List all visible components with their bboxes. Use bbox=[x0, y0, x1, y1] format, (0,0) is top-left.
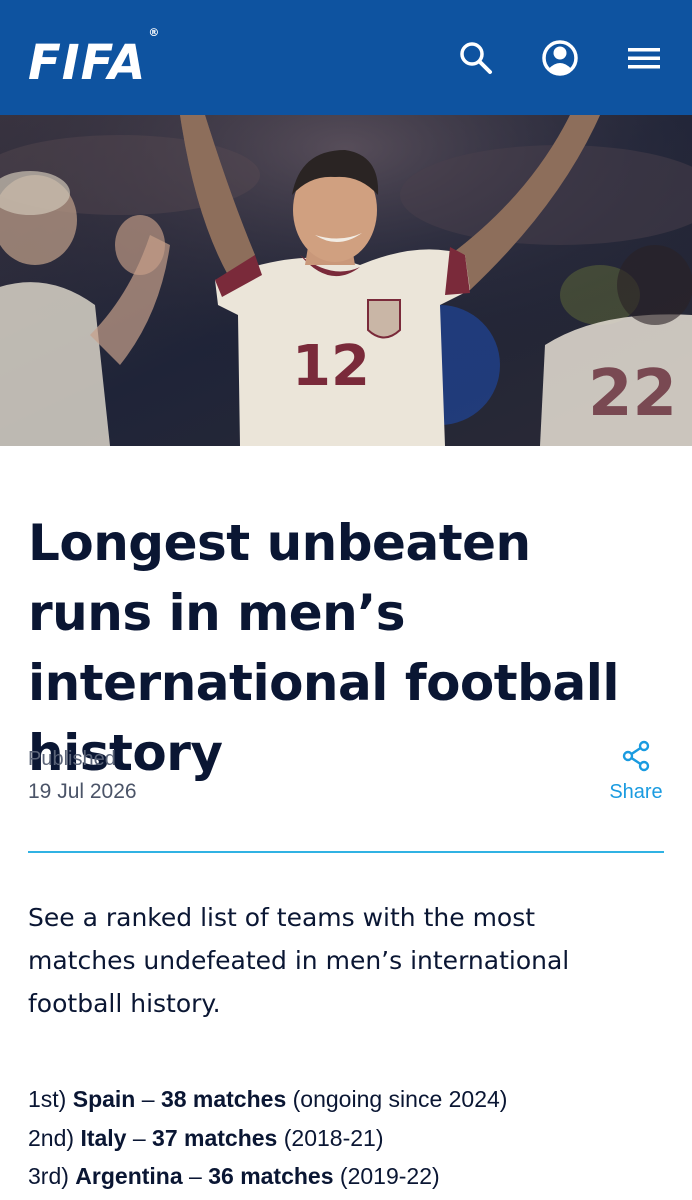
run-period: (2018-21) bbox=[277, 1124, 384, 1151]
published-label: Published bbox=[28, 748, 116, 770]
hero-image: 22 12 bbox=[0, 115, 692, 446]
rank-position: 2nd) bbox=[28, 1124, 75, 1151]
share-icon bbox=[622, 740, 650, 772]
match-count: 36 matches bbox=[208, 1163, 334, 1189]
ranking-item: 2nd) Italy – 37 matches (2018-21) bbox=[28, 1119, 507, 1158]
article-intro: See a ranked list of teams with the most… bbox=[28, 903, 570, 1018]
account-icon[interactable] bbox=[540, 38, 580, 78]
team-name: Argentina bbox=[75, 1163, 183, 1189]
divider bbox=[28, 851, 664, 853]
separator: – bbox=[126, 1124, 153, 1151]
share-button[interactable]: Share bbox=[606, 740, 666, 804]
logo-text: FIFA bbox=[28, 35, 147, 91]
separator: – bbox=[135, 1086, 161, 1112]
rank-position: 3rd) bbox=[28, 1163, 69, 1189]
share-label: Share bbox=[609, 781, 663, 803]
run-period: (ongoing since 2024) bbox=[286, 1086, 508, 1112]
shirt-number-center: 12 bbox=[292, 334, 370, 399]
fifa-logo[interactable]: FIFA® bbox=[28, 26, 160, 91]
match-count: 37 matches bbox=[152, 1124, 278, 1151]
ranking-item: 3rd) Argentina – 36 matches (2019-22) bbox=[28, 1157, 507, 1196]
shirt-number-right: 22 bbox=[588, 357, 677, 431]
team-name: Spain bbox=[72, 1086, 136, 1112]
match-count: 38 matches bbox=[160, 1086, 287, 1112]
search-icon[interactable] bbox=[456, 38, 496, 78]
logo-registered-mark: ® bbox=[148, 26, 161, 39]
team-name: Italy bbox=[80, 1124, 127, 1151]
article-title: Longest unbeaten runs in men’s internati… bbox=[28, 514, 619, 782]
separator: – bbox=[182, 1163, 209, 1189]
run-period: (2019-22) bbox=[333, 1163, 440, 1189]
published-date: 19 Jul 2026 bbox=[28, 780, 137, 803]
rank-position: 1st) bbox=[28, 1086, 67, 1112]
rankings-list: 1st) Spain – 38 matches (ongoing since 2… bbox=[28, 1080, 507, 1196]
ranking-item: 1st) Spain – 38 matches (ongoing since 2… bbox=[28, 1080, 507, 1119]
menu-icon[interactable] bbox=[624, 38, 664, 78]
site-header: FIFA® bbox=[0, 0, 692, 115]
